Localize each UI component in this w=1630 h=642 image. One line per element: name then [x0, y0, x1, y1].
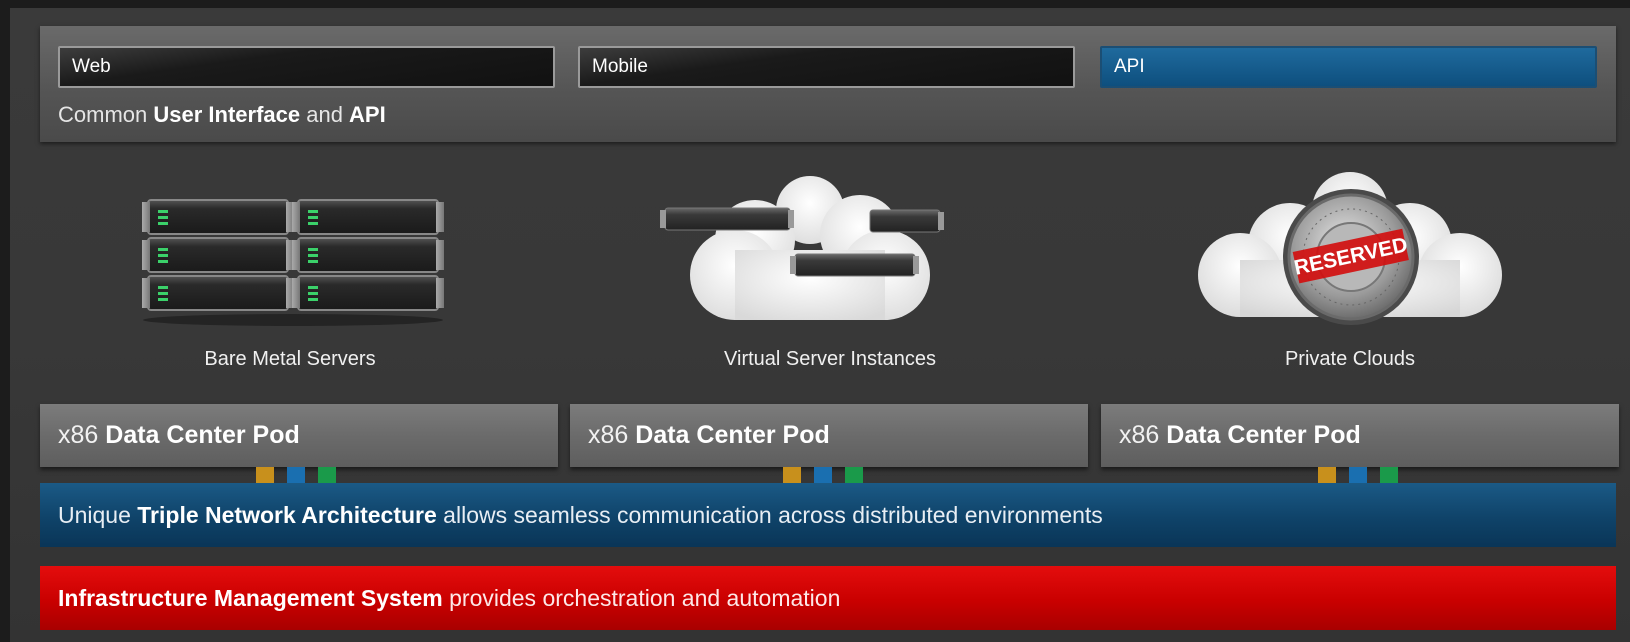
web-client-box: Web — [58, 46, 555, 88]
pod-prefix: x86 — [1119, 421, 1167, 449]
private-clouds-label: Private Clouds — [1284, 348, 1416, 370]
api-client-box: API — [1100, 46, 1597, 88]
ui-caption-bold-ui: User Interface — [153, 102, 301, 127]
bare-metal-servers-label: Bare Metal Servers — [204, 348, 376, 370]
floating-server-blade-right — [869, 209, 944, 233]
data-center-pod-2: x86 Data Center Pod — [570, 404, 1088, 467]
pod-prefix: x86 — [58, 421, 106, 449]
server-unit-row-1 — [142, 199, 444, 235]
network-suffix: allows seamless communication across dis… — [436, 502, 1103, 528]
mobile-client-box: Mobile — [578, 46, 1075, 88]
pod-name: Data Center Pod — [635, 421, 830, 449]
floating-server-blade-center — [790, 253, 919, 277]
ims-suffix: provides orchestration and automation — [442, 585, 841, 611]
bare-metal-servers-group: Bare Metal Servers — [40, 170, 540, 370]
pod-name: Data Center Pod — [1166, 421, 1361, 449]
ui-caption-middle: and — [300, 102, 350, 127]
vault-cloud-icon: RESERVED — [1198, 172, 1502, 325]
floating-server-blade-left — [660, 207, 794, 231]
infrastructure-management-system-bar: Infrastructure Management System provide… — [40, 566, 1616, 630]
private-clouds-group: RESERVED Private Clouds — [1100, 170, 1600, 370]
data-center-pod-1: x86 Data Center Pod — [40, 404, 558, 467]
ui-caption-prefix: Common — [58, 102, 154, 127]
pod-prefix: x86 — [588, 421, 636, 449]
virtual-server-instances-label: Virtual Server Instances — [724, 348, 936, 370]
ims-bold: Infrastructure Management System — [58, 585, 443, 611]
network-prefix: Unique — [58, 502, 138, 528]
user-interface-panel: Web Mobile API Common User Interface and… — [40, 26, 1616, 142]
server-unit-row-3 — [142, 275, 444, 311]
virtual-server-instances-group: Virtual Server Instances — [580, 170, 1080, 370]
ui-caption: Common User Interface and API — [58, 102, 386, 128]
pod-name: Data Center Pod — [105, 421, 300, 449]
ui-caption-bold-api: API — [349, 102, 386, 127]
network-bold: Triple Network Architecture — [137, 502, 437, 528]
cloud-servers-icon — [660, 176, 944, 320]
server-rack-icon — [142, 199, 444, 326]
triple-network-architecture-bar: Unique Triple Network Architecture allow… — [40, 483, 1616, 547]
server-unit-row-2 — [142, 237, 444, 273]
cloud-shape — [690, 176, 930, 320]
data-center-pod-3: x86 Data Center Pod — [1101, 404, 1619, 467]
